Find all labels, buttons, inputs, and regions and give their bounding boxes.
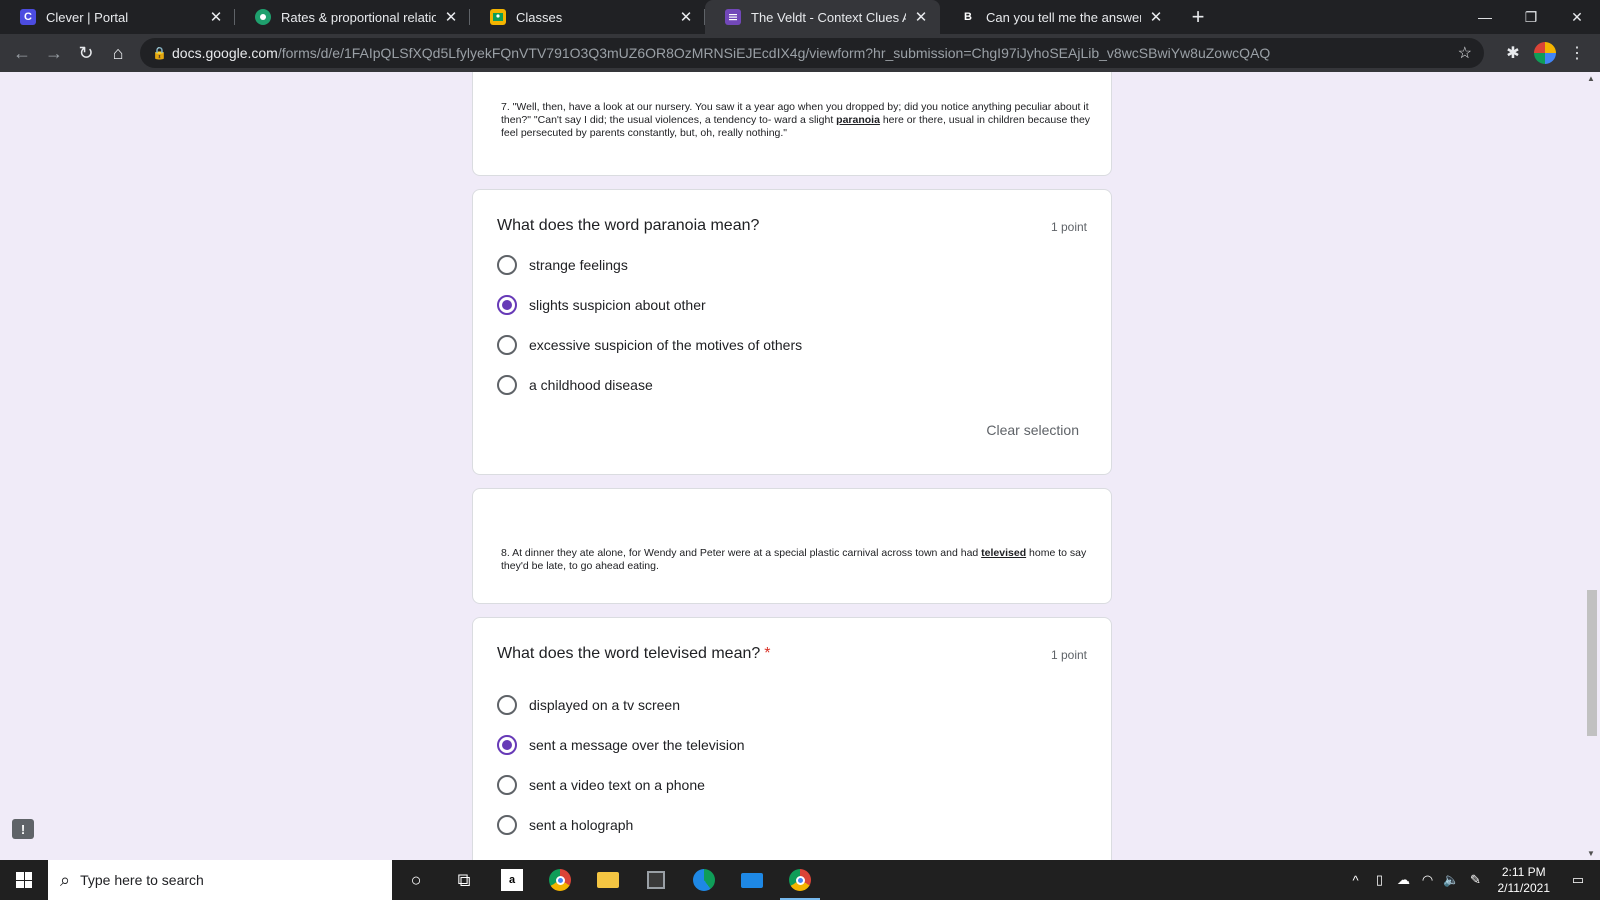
cortana-icon[interactable]: ○ — [392, 860, 440, 900]
radio-button[interactable] — [497, 775, 517, 795]
address-bar[interactable]: 🔒 docs.google.com/forms/d/e/1FAIpQLSfXQd… — [140, 38, 1484, 68]
brainly-favicon-icon: B — [960, 9, 976, 25]
forward-icon[interactable]: → — [38, 37, 70, 69]
option-radio[interactable]: sent a holograph — [497, 813, 633, 837]
close-icon[interactable]: ✕ — [912, 8, 930, 26]
menu-icon[interactable]: ⋮ — [1562, 38, 1592, 68]
option-radio[interactable]: a childhood disease — [497, 373, 653, 397]
scroll-up-icon[interactable]: ▲ — [1587, 74, 1595, 83]
restore-icon[interactable]: ❐ — [1508, 0, 1554, 34]
device-icon[interactable]: ▯ — [1368, 872, 1392, 888]
windows-logo-icon — [16, 872, 32, 888]
task-view-icon[interactable]: ⧉ — [440, 860, 488, 900]
close-icon[interactable]: ✕ — [442, 8, 460, 26]
tab-title: Clever | Portal — [46, 9, 129, 25]
passage-7-text: 7. "Well, then, have a look at our nurse… — [501, 101, 1091, 139]
profile-avatar[interactable] — [1530, 38, 1560, 68]
option-radio[interactable]: strange feelings — [497, 253, 628, 277]
new-tab-button[interactable]: + — [1183, 0, 1213, 34]
chrome-icon[interactable] — [536, 860, 584, 900]
radio-button[interactable] — [497, 815, 517, 835]
close-window-icon[interactable]: ✕ — [1554, 0, 1600, 34]
onedrive-icon[interactable]: ☁ — [1392, 872, 1416, 888]
question-points: 1 point — [1050, 648, 1087, 662]
notifications-icon[interactable]: ▭ — [1566, 872, 1590, 888]
close-icon[interactable]: ✕ — [1147, 8, 1165, 26]
system-tray: ^ ▯ ☁ ◠ 🔈 ✎ 2:11 PM 2/11/2021 ▭ — [1344, 860, 1600, 900]
extensions-icon[interactable]: ✱ — [1498, 38, 1528, 68]
taskbar-clock[interactable]: 2:11 PM 2/11/2021 — [1498, 864, 1551, 896]
volume-icon[interactable]: 🔈 — [1440, 872, 1464, 888]
reload-icon[interactable]: ↻ — [70, 37, 102, 69]
passage-card-8: 8. At dinner they ate alone, for Wendy a… — [472, 488, 1112, 604]
tab-title: Can you tell me the answer two t — [986, 9, 1141, 25]
tab-rates[interactable]: Rates & proportional relationship ✕ — [235, 0, 470, 34]
classroom-favicon-icon — [490, 9, 506, 25]
radio-button[interactable] — [497, 695, 517, 715]
question-card-paranoia: What does the word paranoia mean? 1 poin… — [472, 189, 1112, 475]
lock-icon: 🔒 — [152, 46, 167, 60]
clear-selection-button[interactable]: Clear selection — [986, 422, 1079, 438]
browser-toolbar: ← → ↻ ⌂ 🔒 docs.google.com/forms/d/e/1FAI… — [0, 34, 1600, 72]
windows-taskbar: ⌕ Type here to search ○ ⧉ a ^ ▯ ☁ ◠ 🔈 ✎ … — [0, 860, 1600, 900]
radio-button[interactable] — [497, 335, 517, 355]
option-radio[interactable]: slights suspicion about other — [497, 293, 706, 317]
url-path: /forms/d/e/1FAIpQLSfXQd5LfylyekFQnVTV791… — [277, 45, 1271, 61]
scrollbar-thumb[interactable] — [1587, 590, 1597, 736]
clock-time: 2:11 PM — [1501, 865, 1546, 879]
tab-strip: C Clever | Portal ✕ Rates & proportional… — [0, 0, 1600, 34]
close-icon[interactable]: ✕ — [677, 8, 695, 26]
form-page: 7. "Well, then, have a look at our nurse… — [0, 72, 1600, 860]
scroll-down-icon[interactable]: ▼ — [1587, 849, 1595, 858]
option-radio[interactable]: excessive suspicion of the motives of ot… — [497, 333, 802, 357]
start-button[interactable] — [0, 860, 48, 900]
amazon-icon[interactable]: a — [488, 860, 536, 900]
tab-title: Rates & proportional relationship — [281, 9, 436, 25]
clock-date: 2/11/2021 — [1497, 881, 1551, 895]
back-icon[interactable]: ← — [6, 37, 38, 69]
tab-brainly[interactable]: B Can you tell me the answer two t ✕ — [940, 0, 1175, 34]
bookmark-star-icon[interactable]: ☆ — [1458, 43, 1472, 63]
tab-title: Classes — [516, 9, 563, 25]
url-host: docs.google.com — [172, 45, 278, 61]
file-explorer-icon[interactable] — [584, 860, 632, 900]
question-title: What does the word paranoia mean? — [497, 217, 760, 234]
option-radio[interactable]: displayed on a tv screen — [497, 693, 680, 717]
edge-icon[interactable] — [680, 860, 728, 900]
question-card-televised: What does the word televised mean? * 1 po… — [472, 617, 1112, 860]
radio-button-checked[interactable] — [497, 735, 517, 755]
khan-favicon-icon — [255, 9, 271, 25]
minimize-icon[interactable]: — — [1462, 0, 1508, 34]
question-points: 1 point — [1050, 220, 1087, 234]
search-icon: ⌕ — [60, 869, 71, 890]
tab-title: The Veldt - Context Clues Activity — [751, 9, 906, 25]
scrollbar[interactable]: ▲ ▼ — [1584, 72, 1600, 860]
question-title: What does the word televised mean? * — [497, 645, 771, 662]
passage-card-7: 7. "Well, then, have a look at our nurse… — [472, 72, 1112, 176]
radio-button[interactable] — [497, 255, 517, 275]
pen-icon[interactable]: ✎ — [1464, 872, 1488, 888]
home-icon[interactable]: ⌂ — [102, 37, 134, 69]
clever-favicon-icon: C — [20, 9, 36, 25]
wifi-icon[interactable]: ◠ — [1416, 872, 1440, 888]
report-problem-icon[interactable]: ! — [12, 819, 34, 839]
store-icon[interactable] — [632, 860, 680, 900]
radio-button[interactable] — [497, 375, 517, 395]
option-radio[interactable]: sent a video text on a phone — [497, 773, 705, 797]
chrome-active-icon[interactable] — [776, 860, 824, 900]
taskbar-search[interactable]: ⌕ Type here to search — [48, 860, 392, 900]
option-radio[interactable]: sent a message over the television — [497, 733, 745, 757]
forms-favicon-icon — [725, 9, 741, 25]
radio-button-checked[interactable] — [497, 295, 517, 315]
tab-veldt[interactable]: The Veldt - Context Clues Activity ✕ — [705, 0, 940, 34]
required-mark: * — [764, 645, 771, 662]
close-icon[interactable]: ✕ — [207, 8, 225, 26]
chevron-up-icon[interactable]: ^ — [1344, 873, 1368, 888]
tab-clever[interactable]: C Clever | Portal ✕ — [0, 0, 235, 34]
passage-8-text: 8. At dinner they ate alone, for Wendy a… — [501, 547, 1087, 572]
mail-icon[interactable] — [728, 860, 776, 900]
tab-classes[interactable]: Classes ✕ — [470, 0, 705, 34]
search-placeholder: Type here to search — [80, 872, 204, 888]
